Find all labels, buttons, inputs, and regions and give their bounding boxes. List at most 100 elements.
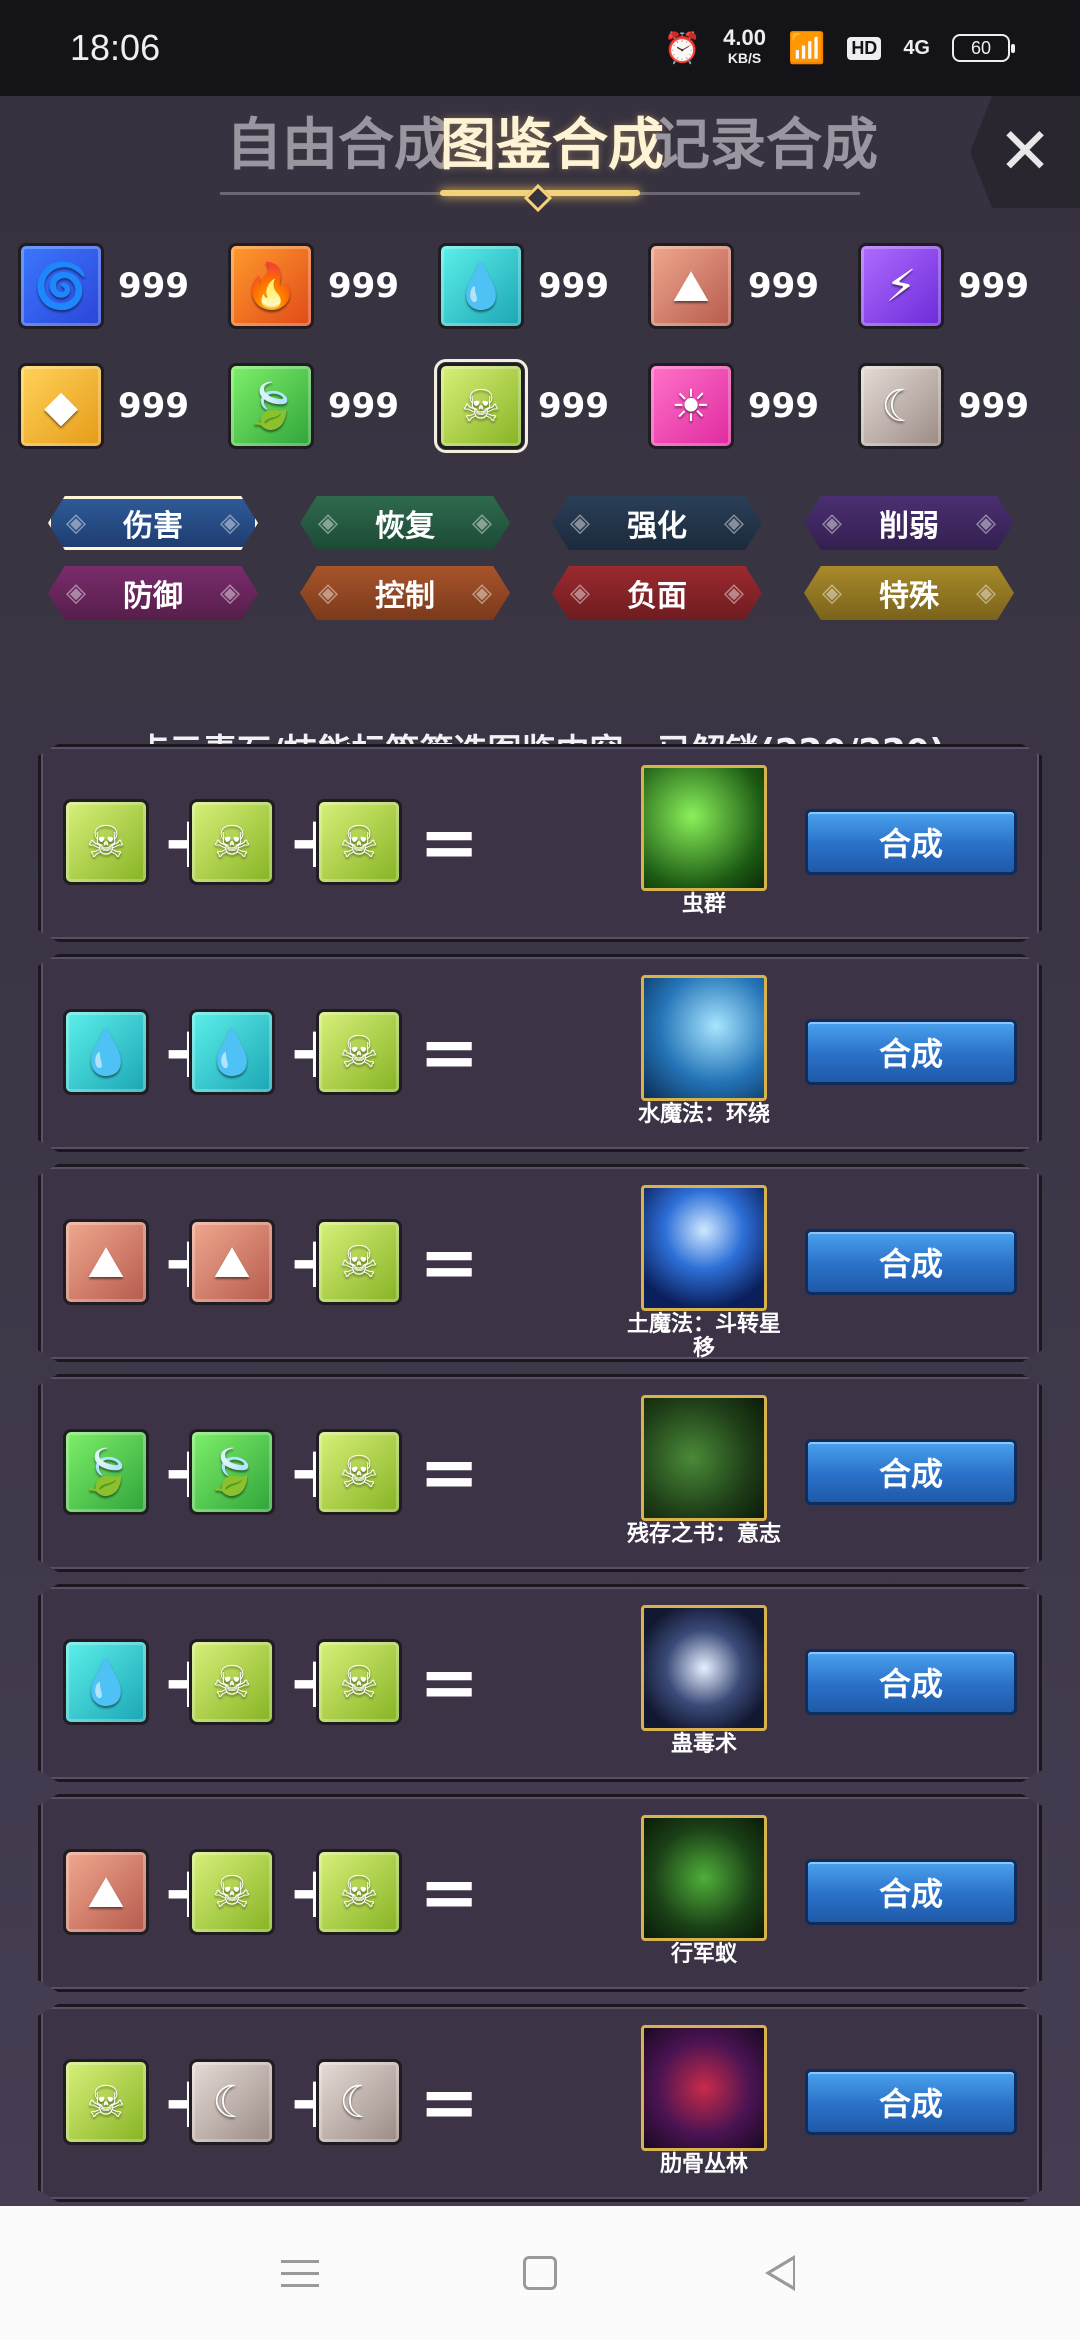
earth-icon: ⛰ (63, 1849, 149, 1935)
active-tab-diamond (523, 183, 553, 213)
element-stone[interactable]: ☀ 999 (648, 356, 858, 456)
element-count: 999 (958, 386, 1029, 426)
synthesize-button[interactable]: 合成 (805, 1439, 1017, 1505)
back-button[interactable] (750, 2243, 810, 2303)
element-count: 999 (118, 266, 189, 306)
recipe-row: 💧 + ☠ + ☠ = 蛊毒术 合成 (38, 1584, 1042, 1782)
element-count: 999 (118, 386, 189, 426)
element-stone[interactable]: 🌀 999 (18, 236, 228, 336)
skill-result-image[interactable] (641, 1185, 767, 1311)
skill-result-image[interactable] (641, 1395, 767, 1521)
equals-icon: = (419, 1640, 480, 1724)
status-bar: 18:06 ⏰ 4.00 KB/S 📶 HD 4G 60 (0, 0, 1080, 96)
tag-defense[interactable]: ◈ 防御 ◈ (48, 566, 258, 620)
tag-control[interactable]: ◈ 控制 ◈ (300, 566, 510, 620)
equals-icon: = (419, 1850, 480, 1934)
skill-tag-filters: ◈ 伤害 ◈ ◈ 恢复 ◈ ◈ 强化 ◈ ◈ 削弱 ◈ ◈ 防御 ◈ ◈ 控制 ◈ ◈ 负面 ◈ ◈ 特殊 ◈ (48, 496, 1048, 636)
skull-icon: ☠ (316, 1009, 402, 1095)
skill-name: 肋骨丛林 (659, 2152, 748, 2177)
leaf-icon: 🍃 (189, 1429, 275, 1515)
synthesize-button[interactable]: 合成 (805, 1019, 1017, 1085)
element-stone-grid: 🌀 999 🔥 999 💧 999 ⛰ 999 ⚡ 999 ◆ 999 🍃 99… (18, 236, 1068, 476)
hd-badge: HD (847, 36, 882, 60)
leaf-icon: 🍃 (63, 1429, 149, 1515)
skill-result-image[interactable] (641, 765, 767, 891)
skill-result-image[interactable] (641, 1605, 767, 1731)
moon-icon: ☾ (316, 2059, 402, 2145)
tag-ornament-icon: ◈ (66, 508, 86, 538)
close-icon: ✕ (998, 115, 1052, 189)
synthesize-button[interactable]: 合成 (805, 1859, 1017, 1925)
system-nav-bar (0, 2206, 1080, 2340)
gold-icon: ◆ (18, 363, 104, 449)
tag-ornament-icon: ◈ (724, 508, 744, 538)
tag-recovery[interactable]: ◈ 恢复 ◈ (300, 496, 510, 550)
water-drop-icon: 💧 (63, 1009, 149, 1095)
tag-enhance[interactable]: ◈ 强化 ◈ (552, 496, 762, 550)
home-button[interactable] (510, 2243, 570, 2303)
tab-record-synthesis[interactable]: 记录合成 (654, 100, 878, 181)
tab-free-synthesis[interactable]: 自由合成 (226, 100, 450, 181)
water-drop-icon: 💧 (63, 1639, 149, 1725)
skill-name: 残存之书：意志 (626, 1522, 781, 1547)
element-count: 999 (328, 386, 399, 426)
element-count: 999 (748, 266, 819, 306)
tag-label: 强化 (627, 509, 687, 544)
tag-ornament-icon: ◈ (724, 578, 744, 608)
tag-ornament-icon: ◈ (822, 508, 842, 538)
skill-result-image[interactable] (641, 1815, 767, 1941)
synthesize-button[interactable]: 合成 (805, 809, 1017, 875)
element-count: 999 (328, 266, 399, 306)
water-drop-icon: 💧 (438, 243, 524, 329)
skull-icon: ☠ (316, 1849, 402, 1935)
synthesize-button[interactable]: 合成 (805, 1649, 1017, 1715)
earth-icon: ⛰ (189, 1219, 275, 1305)
equals-icon: = (419, 1220, 480, 1304)
tag-label: 伤害 (123, 509, 183, 544)
element-stone-selected[interactable]: ☠ 999 (434, 356, 648, 456)
tab-codex-synthesis[interactable]: 图鉴合成 (440, 100, 664, 181)
tag-ornament-icon: ◈ (822, 578, 842, 608)
element-stone[interactable]: 🍃 999 (228, 356, 438, 456)
element-count: 999 (538, 266, 609, 306)
sun-icon: ☀ (648, 363, 734, 449)
tag-ornament-icon: ◈ (220, 508, 240, 538)
tag-label: 防御 (123, 579, 183, 614)
recent-apps-button[interactable] (270, 2243, 330, 2303)
tag-weaken[interactable]: ◈ 削弱 ◈ (804, 496, 1014, 550)
skill-result-image[interactable] (641, 2025, 767, 2151)
synthesize-button[interactable]: 合成 (805, 1229, 1017, 1295)
skull-icon: ☠ (316, 1639, 402, 1725)
skull-icon: ☠ (434, 359, 528, 453)
close-button[interactable]: ✕ (970, 96, 1080, 208)
tag-label: 特殊 (879, 579, 939, 614)
tag-ornament-icon: ◈ (570, 508, 590, 538)
lightning-icon: ⚡ (858, 243, 944, 329)
leaf-icon: 🍃 (228, 363, 314, 449)
tag-ornament-icon: ◈ (318, 508, 338, 538)
moon-icon: ☾ (858, 363, 944, 449)
synthesize-button[interactable]: 合成 (805, 2069, 1017, 2135)
recipe-row: ☠ + ☾ + ☾ = 肋骨丛林 合成 (38, 2004, 1042, 2202)
tag-ornament-icon: ◈ (976, 508, 996, 538)
element-stone[interactable]: 💧 999 (438, 236, 648, 336)
element-stone[interactable]: ◆ 999 (18, 356, 228, 456)
network-speed-unit: KB/S (727, 50, 762, 66)
skill-result-image[interactable] (641, 975, 767, 1101)
recipe-list[interactable]: ☠ + ☠ + ☠ = 虫群 合成 💧 + 💧 + ☠ = 水魔法：环绕 合成 … (38, 744, 1042, 2206)
tag-label: 负面 (627, 579, 687, 614)
skill-name: 蛊毒术 (670, 1732, 737, 1757)
wifi-icon: 📶 (787, 30, 826, 66)
tag-damage[interactable]: ◈ 伤害 ◈ (48, 496, 258, 550)
element-stone[interactable]: ⚡ 999 (858, 236, 1068, 336)
element-stone[interactable]: 🔥 999 (228, 236, 438, 336)
tag-special[interactable]: ◈ 特殊 ◈ (804, 566, 1014, 620)
recipe-row: ⛰ + ☠ + ☠ = 行军蚁 合成 (38, 1794, 1042, 1992)
element-stone[interactable]: ☾ 999 (858, 356, 1068, 456)
signal-4g-indicator: 4G (903, 36, 930, 59)
tag-ornament-icon: ◈ (220, 578, 240, 608)
tag-negative[interactable]: ◈ 负面 ◈ (552, 566, 762, 620)
element-stone[interactable]: ⛰ 999 (648, 236, 858, 336)
element-count: 999 (748, 386, 819, 426)
skill-name: 虫群 (681, 892, 726, 917)
